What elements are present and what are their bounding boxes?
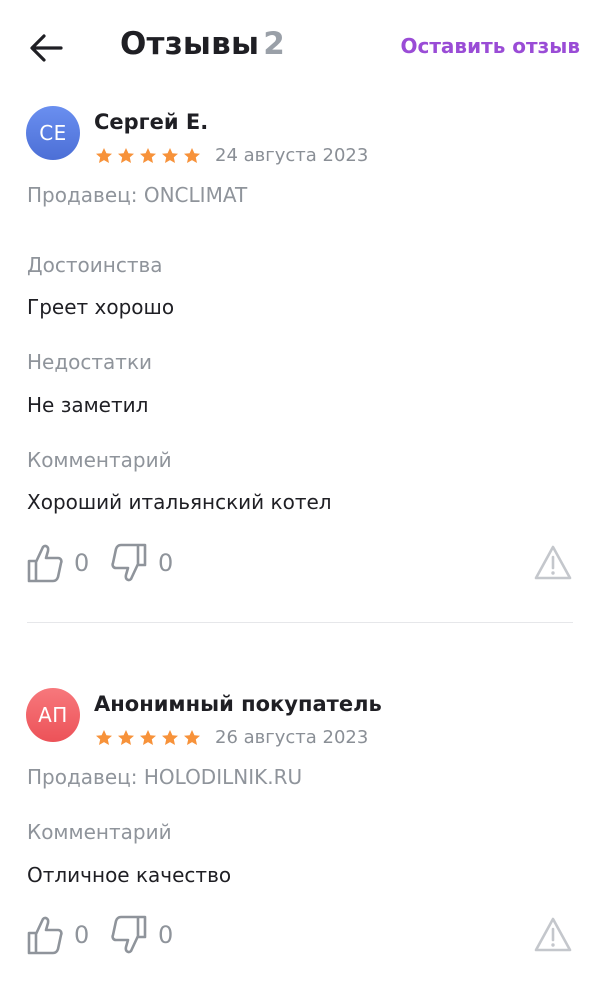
dislike-count: 0 <box>158 549 174 577</box>
comment-label: Комментарий <box>27 820 172 844</box>
rating-stars <box>94 728 202 748</box>
like-count: 0 <box>74 921 90 949</box>
comment-label: Комментарий <box>27 448 172 472</box>
avatar: СЕ <box>26 106 80 160</box>
warning-icon <box>534 545 572 580</box>
like-button[interactable]: 0 <box>26 914 89 956</box>
report-button[interactable] <box>533 544 573 582</box>
star-icon <box>184 148 200 163</box>
review-author: Анонимный покупатель <box>94 692 382 716</box>
comment-text: Отличное качество <box>27 863 232 887</box>
star-icon <box>96 730 112 745</box>
review-date: 24 августа 2023 <box>215 145 369 166</box>
review-date: 26 августа 2023 <box>215 727 369 748</box>
review-seller: Продавец: HOLODILNIK.RU <box>27 765 303 789</box>
thumbs-down-icon <box>111 915 147 954</box>
avatar-initials: СЕ <box>39 121 67 145</box>
review-author: Сергей Е. <box>94 110 209 134</box>
star-icon <box>140 730 156 745</box>
avatar-initials: АП <box>38 703 68 727</box>
star-icon <box>96 148 112 163</box>
page-title: Отзывы 2 <box>120 26 285 62</box>
back-button[interactable] <box>24 28 68 68</box>
rating-stars <box>94 146 202 166</box>
star-icon <box>118 730 134 745</box>
warning-icon <box>534 917 572 952</box>
thumbs-down-icon <box>111 543 147 582</box>
cons-text: Не заметил <box>27 393 149 417</box>
pros-label: Достоинства <box>27 253 163 277</box>
divider <box>27 622 573 623</box>
star-icon <box>184 730 200 745</box>
avatar: АП <box>26 688 80 742</box>
comment-text: Хороший итальянский котел <box>27 490 332 514</box>
header: Отзывы 2 Оставить отзыв <box>0 0 600 96</box>
like-button[interactable]: 0 <box>26 542 89 584</box>
review-seller: Продавец: ONCLIMAT <box>27 183 248 207</box>
thumbs-up-icon <box>27 916 63 955</box>
dislike-button[interactable]: 0 <box>110 542 173 584</box>
star-icon <box>140 148 156 163</box>
thumbs-up-icon <box>27 544 63 583</box>
dislike-count: 0 <box>158 921 174 949</box>
review-count: 2 <box>263 26 285 62</box>
like-count: 0 <box>74 549 90 577</box>
page-title-text: Отзывы <box>120 26 260 62</box>
star-icon <box>118 148 134 163</box>
report-button[interactable] <box>533 916 573 954</box>
cons-label: Недостатки <box>27 350 153 374</box>
star-icon <box>162 148 178 163</box>
dislike-button[interactable]: 0 <box>110 914 173 956</box>
pros-text: Греет хорошо <box>27 295 175 319</box>
arrow-left-icon <box>30 34 63 62</box>
leave-review-button[interactable]: Оставить отзыв <box>400 34 580 58</box>
star-icon <box>162 730 178 745</box>
